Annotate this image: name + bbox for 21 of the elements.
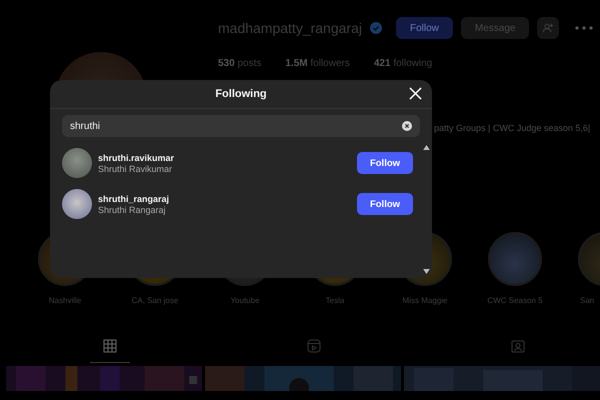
follow-button[interactable]: Follow [357,193,413,215]
dialog-title: Following [215,88,267,100]
search-field[interactable]: shruthi [62,115,420,137]
highlight-label[interactable]: Nashville [48,296,82,305]
full-name: Shruthi Ravikumar [98,164,174,174]
follow-button[interactable]: Follow [357,152,413,174]
highlight-label[interactable]: CWC Season 5 [487,296,543,305]
profile-username: madhampatty_rangaraj [218,20,362,36]
highlight-label[interactable]: Youtube [230,296,260,305]
profile-stat[interactable]: 1.5M followers [285,58,350,69]
username[interactable]: shruthi_rangaraj [98,194,357,204]
full-name: Shruthi Rangaraj [98,204,167,214]
highlight-label[interactable]: Tesla [326,296,344,305]
highlight-label[interactable]: Miss Maggie [402,296,448,305]
highlight-label[interactable]: San [580,296,594,305]
profile-stat[interactable]: 530 posts [218,58,262,69]
highlight-label[interactable]: CA, San jose [132,296,178,305]
follow-button[interactable]: Follow [396,17,453,39]
profile-bio: patty Groups | CWC Judge season 5,6| [434,123,590,133]
profile-stat[interactable]: 421 following [374,58,432,69]
username[interactable]: shruthi.ravikumar [98,152,357,162]
